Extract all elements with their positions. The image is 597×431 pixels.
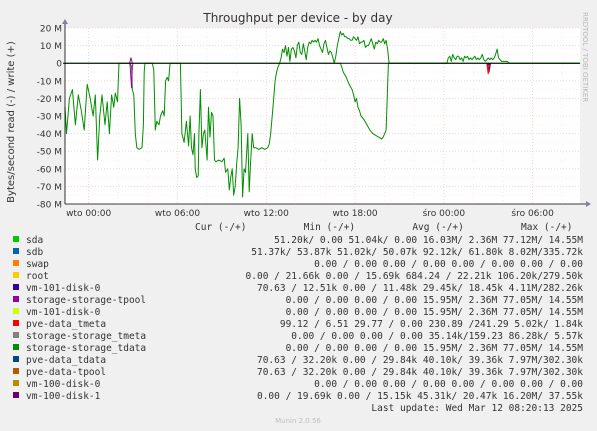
legend-row: pve-data_tdata 70.63 / 32.20k 0.00 / 29.8…	[13, 355, 583, 366]
legend-name: vm-101-disk-0	[26, 283, 101, 294]
legend-stats: 0.00 / 0.00 0.00 / 0.00 15.95M/ 2.36M 77…	[286, 307, 584, 318]
legend-swatch	[13, 380, 19, 386]
legend-name: pve-data_tdata	[26, 355, 106, 366]
legend-name: storage-storage-tpool	[26, 295, 146, 306]
y-tick-label: -80 M	[37, 201, 62, 211]
legend-row: storage-storage-tpool 0.00 / 0.00 0.00 / …	[13, 295, 583, 306]
legend-row: vm-100-disk-1 0.00 / 19.69k 0.00 / 15.15k…	[13, 391, 583, 402]
plot-area	[65, 28, 580, 204]
legend-stats: 0.00 / 0.00 0.00 / 0.00 15.95M/ 2.36M 77…	[286, 295, 584, 306]
legend-stats: 51.37k/ 53.87k 51.02k/ 50.07k 92.12k/ 61…	[251, 247, 583, 258]
legend-swatch	[13, 260, 19, 266]
legend-swatch	[13, 392, 19, 398]
legend-stats: 70.63 / 32.20k 0.00 / 29.84k 40.10k/ 39.…	[257, 367, 583, 378]
y-tick-label: -30 M	[37, 113, 62, 123]
x-tick-label: śro 06:00	[511, 208, 554, 219]
legend-stats: 0.00 / 0.00 0.00 / 0.00 0.00 / 0.00 0.00…	[314, 259, 583, 270]
legend-row: vm-101-disk-0 0.00 / 0.00 0.00 / 0.00 15.…	[13, 307, 583, 318]
legend-name: vm-100-disk-0	[26, 379, 101, 390]
legend-stats: 70.63 / 32.20k 0.00 / 29.84k 40.10k/ 39.…	[257, 355, 583, 366]
x-tick-label: śro 00:00	[423, 208, 466, 219]
legend-row: storage-storage_tmeta 0.00 / 0.00 0.00 / …	[13, 331, 583, 342]
legend-name: swap	[26, 259, 49, 270]
legend-row: pve-data_tmeta 99.12 / 6.51 29.77 / 0.00 …	[13, 319, 583, 330]
munin-version: Munin 2.0.56	[275, 417, 321, 425]
y-axis-label: Bytes/second read (-) / write (+)	[6, 41, 17, 203]
legend-name: vm-101-disk-0	[26, 307, 101, 318]
legend-stats: 0.00 / 0.00 0.00 / 0.00 15.95M/ 2.36M 77…	[286, 343, 584, 354]
legend-header: Cur (-/+) Min (-/+) Avg (-/+) Max (-/+)	[195, 222, 573, 233]
y-tick-label: -10 M	[37, 77, 62, 87]
legend-swatch	[13, 320, 19, 326]
legend-swatch	[13, 272, 19, 278]
throughput-chart: Throughput per device - by day Bytes/sec…	[0, 0, 597, 431]
legend-swatch	[13, 356, 19, 362]
x-tick-label: wto 12:00	[244, 209, 289, 219]
legend-swatch	[13, 368, 19, 374]
legend-name: sda	[26, 235, 43, 246]
legend-name: storage-storage_tmeta	[26, 331, 146, 342]
y-tick-label: -70 M	[37, 183, 62, 193]
y-tick-label: -60 M	[37, 165, 62, 175]
legend-row: pve-data-tpool 70.63 / 32.20k 0.00 / 29.8…	[13, 367, 583, 378]
legend-swatch	[13, 344, 19, 350]
legend-row: storage-storage_tdata 0.00 / 0.00 0.00 / …	[13, 343, 583, 354]
legend-stats: 99.12 / 6.51 29.77 / 0.00 230.89 /241.29…	[280, 319, 583, 330]
legend-name: root	[26, 271, 49, 282]
legend-stats: 0.00 / 21.66k 0.00 / 15.69k 684.24 / 22.…	[246, 271, 584, 282]
legend-swatch	[13, 236, 19, 242]
y-tick-label: -20 M	[37, 95, 62, 105]
legend-name: pve-data_tmeta	[26, 319, 106, 330]
legend-name: storage-storage_tdata	[26, 343, 146, 354]
y-tick-label: 0	[56, 60, 62, 70]
y-tick-label: 20 M	[40, 25, 62, 35]
legend-swatch	[13, 332, 19, 338]
legend-swatch	[13, 296, 19, 302]
legend-row: vm-101-disk-0 70.63 / 12.51k 0.00 / 11.48…	[13, 283, 583, 294]
chart-title: Throughput per device - by day	[202, 11, 392, 25]
legend-name: pve-data-tpool	[26, 367, 106, 378]
rrdtool-watermark: RRDTOOL / TOBI OETIKER	[581, 12, 589, 102]
last-update: Last update: Wed Mar 12 08:20:13 2025	[371, 403, 583, 414]
x-tick-label: wto 00:00	[66, 209, 111, 219]
legend-stats: 51.20k/ 0.00 51.04k/ 0.00 16.03M/ 2.36M …	[274, 235, 583, 246]
x-tick-label: wto 06:00	[155, 209, 200, 219]
y-tick-label: -50 M	[37, 148, 62, 158]
y-tick-label: -40 M	[37, 130, 62, 140]
legend-swatch	[13, 308, 19, 314]
legend-stats: 70.63 / 12.51k 0.00 / 11.48k 29.45k/ 18.…	[257, 283, 583, 294]
x-tick-label: wto 18:00	[332, 209, 377, 219]
legend-swatch	[13, 284, 19, 290]
legend-name: sdb	[26, 247, 43, 258]
legend-stats: 0.00 / 0.00 0.00 / 0.00 35.14k/159.23 86…	[291, 331, 583, 342]
legend-name: vm-100-disk-1	[26, 391, 101, 402]
y-tick-label: 10 M	[40, 42, 62, 52]
legend-stats: 0.00 / 0.00 0.00 / 0.00 0.00 / 0.00 0.00…	[314, 379, 583, 390]
legend-swatch	[13, 248, 19, 254]
legend-stats: 0.00 / 19.69k 0.00 / 15.15k 45.31k/ 20.4…	[257, 391, 583, 402]
